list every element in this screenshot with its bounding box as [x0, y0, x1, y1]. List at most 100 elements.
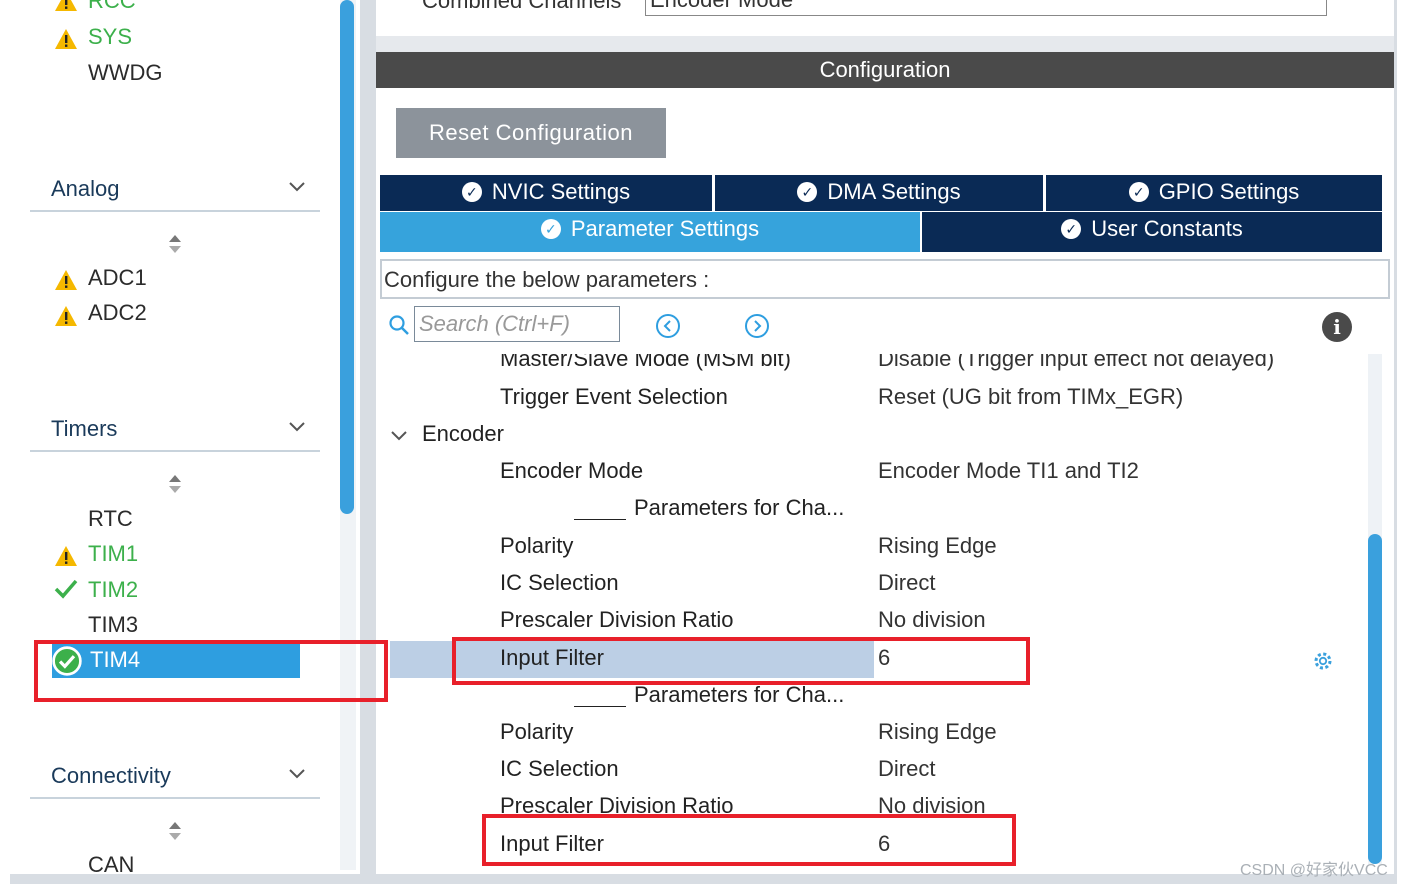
next-result-icon[interactable]	[744, 313, 770, 339]
param-row[interactable]: IC Selection Direct	[380, 566, 1366, 603]
tree-item-sys[interactable]: SYS	[88, 24, 132, 50]
bottom-border	[10, 874, 1396, 884]
param-subheader: Parameters for Cha...	[380, 491, 1366, 528]
configuration-title: Configuration	[819, 57, 951, 82]
chevron-down-icon	[391, 431, 407, 441]
search-bar	[386, 306, 622, 344]
tree-item-tim1[interactable]: TIM1	[88, 541, 138, 567]
check-circle-icon: ✓	[461, 182, 482, 202]
check-circle-icon: ✓	[797, 182, 818, 202]
combined-channels-label: Combined Channels	[422, 0, 622, 13]
search-icon[interactable]	[388, 314, 410, 336]
subheader-underline	[574, 706, 626, 707]
combined-channels-select[interactable]: Encoder Mode	[645, 0, 1327, 16]
reset-configuration-button[interactable]: Reset Configuration	[396, 108, 666, 158]
search-input[interactable]	[414, 306, 620, 342]
tab-label: DMA Settings	[827, 179, 961, 204]
tree-item-rtc[interactable]: RTC	[88, 506, 133, 532]
param-row[interactable]: Polarity Rising Edge	[380, 715, 1366, 752]
param-subheader-label: Parameters for Cha...	[634, 495, 845, 520]
window-edge	[1394, 0, 1406, 884]
gear-icon[interactable]	[1312, 650, 1334, 672]
param-value: Disable (Trigger input effect not delaye…	[878, 354, 1275, 371]
param-row[interactable]: Master/Slave Mode (MSM bit) Disable (Tri…	[380, 354, 1366, 379]
param-value: Encoder Mode TI1 and TI2	[878, 458, 1139, 483]
warning-icon	[55, 306, 77, 326]
param-subheader-label: Parameters for Cha...	[634, 682, 845, 707]
tab-label: GPIO Settings	[1158, 179, 1300, 204]
param-name: Prescaler Division Ratio	[500, 607, 734, 632]
watermark: CSDN @好家伙VCC	[1240, 862, 1388, 879]
section-label: Timers	[51, 416, 118, 441]
chevron-down-icon	[289, 182, 305, 192]
mode-panel: Combined Channels Encoder Mode	[376, 0, 1394, 36]
tab-gpio-settings[interactable]: ✓ GPIO Settings	[1046, 175, 1382, 211]
warning-icon	[55, 0, 77, 11]
parameter-list: Master/Slave Mode (MSM bit) Disable (Tri…	[380, 354, 1366, 874]
param-row[interactable]: Encoder Mode Encoder Mode TI1 and TI2	[380, 454, 1366, 491]
param-value: No division	[878, 607, 986, 632]
param-name: Polarity	[500, 719, 574, 744]
param-group-label: Encoder	[422, 421, 504, 446]
mode-panel-divider	[376, 36, 1394, 52]
section-header-timers[interactable]: Timers	[30, 412, 320, 452]
highlight-box-tim4	[34, 640, 388, 702]
panel-divider[interactable]	[360, 0, 376, 884]
param-row[interactable]: Prescaler Division Ratio No division	[380, 603, 1366, 640]
tab-nvic-settings[interactable]: ✓ NVIC Settings	[380, 175, 712, 211]
param-value: Rising Edge	[878, 533, 997, 558]
param-name: Trigger Event Selection	[500, 384, 728, 409]
left-scrollbar-thumb[interactable]	[340, 0, 354, 514]
section-label: Analog	[51, 176, 120, 201]
warning-icon	[55, 29, 77, 49]
param-name: Polarity	[500, 533, 574, 558]
highlight-box-input-filter-1	[452, 637, 1030, 685]
check-circle-icon: ✓	[1061, 219, 1082, 239]
sort-icon[interactable]	[168, 474, 182, 494]
sort-icon[interactable]	[168, 821, 182, 841]
param-name: IC Selection	[500, 570, 619, 595]
param-row[interactable]: Polarity Rising Edge	[380, 529, 1366, 566]
section-label: Connectivity	[51, 763, 171, 788]
sort-icon[interactable]	[168, 234, 182, 254]
tree-item-adc2[interactable]: ADC2	[88, 300, 147, 326]
configure-parameters-label-box: Configure the below parameters :	[380, 259, 1390, 299]
section-header-analog[interactable]: Analog	[30, 172, 320, 212]
tab-user-constants[interactable]: ✓ User Constants	[922, 212, 1382, 252]
param-name: IC Selection	[500, 756, 619, 781]
configure-parameters-label: Configure the below parameters :	[384, 267, 710, 292]
highlight-box-input-filter-2	[482, 814, 1016, 866]
param-value: Reset (UG bit from TIMx_EGR)	[878, 384, 1184, 409]
category-tree-panel: RCC SYS WWDG Analog ADC1 ADC2 Timers RTC…	[10, 0, 360, 884]
param-group-encoder[interactable]: Encoder	[380, 417, 1366, 454]
param-name: Encoder Mode	[500, 458, 644, 483]
tab-label: User Constants	[1091, 216, 1243, 241]
param-value: Direct	[878, 570, 936, 595]
info-icon[interactable]: i	[1322, 312, 1352, 342]
tree-item-adc1[interactable]: ADC1	[88, 265, 147, 291]
checkmark-icon	[54, 579, 78, 599]
warning-icon	[55, 270, 77, 290]
section-header-connectivity[interactable]: Connectivity	[30, 759, 320, 799]
chevron-down-icon	[289, 769, 305, 779]
tab-label: NVIC Settings	[491, 179, 631, 204]
configuration-header: Configuration	[376, 52, 1394, 88]
check-circle-icon: ✓	[540, 219, 561, 239]
subheader-underline	[574, 519, 626, 520]
tree-item-rcc[interactable]: RCC	[88, 0, 136, 14]
chevron-down-icon	[289, 422, 305, 432]
tab-dma-settings[interactable]: ✓ DMA Settings	[715, 175, 1043, 211]
tree-item-tim3[interactable]: TIM3	[88, 612, 138, 638]
param-row[interactable]: Trigger Event Selection Reset (UG bit fr…	[380, 380, 1366, 417]
check-circle-icon: ✓	[1128, 182, 1149, 202]
parameter-scrollbar-thumb[interactable]	[1368, 534, 1382, 864]
warning-icon	[55, 546, 77, 566]
tree-item-wwdg[interactable]: WWDG	[88, 60, 163, 86]
param-value: Direct	[878, 756, 936, 781]
param-value: Rising Edge	[878, 719, 997, 744]
combined-channels-value: Encoder Mode	[650, 0, 793, 13]
tree-item-tim2[interactable]: TIM2	[88, 577, 138, 603]
tab-parameter-settings[interactable]: ✓ Parameter Settings	[380, 212, 920, 252]
param-row[interactable]: IC Selection Direct	[380, 752, 1366, 789]
previous-result-icon[interactable]	[655, 313, 681, 339]
